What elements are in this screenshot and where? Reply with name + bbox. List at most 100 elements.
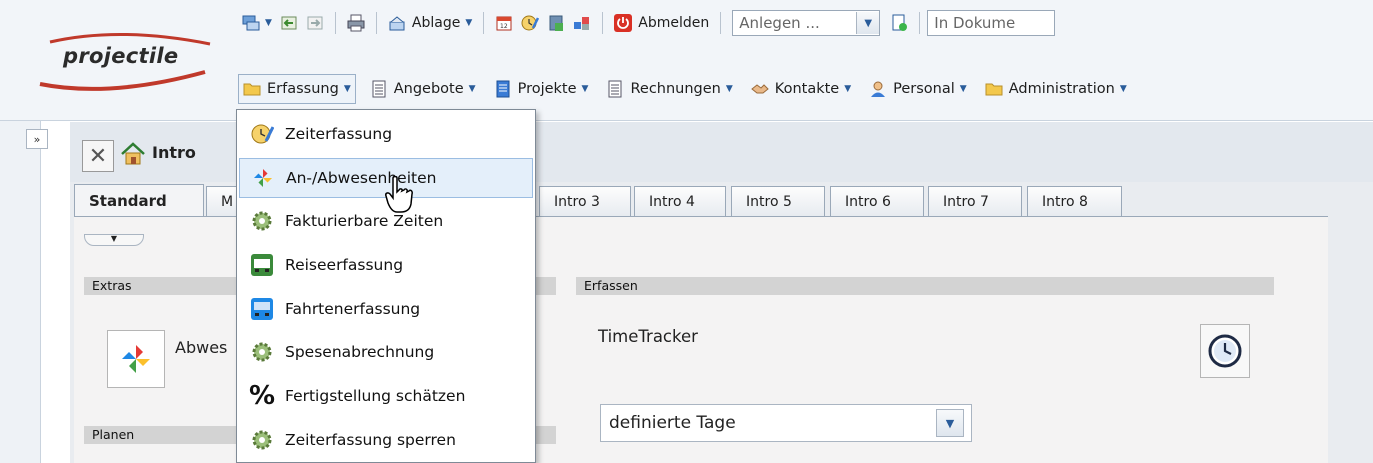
divider — [375, 12, 377, 34]
forward-button[interactable] — [302, 9, 328, 37]
power-icon — [614, 14, 633, 32]
menu-kontakte-label: Kontakte — [774, 81, 840, 97]
new-document-button[interactable] — [886, 9, 912, 37]
chevron-down-icon: ▼ — [581, 84, 589, 94]
pinwheel-icon — [253, 168, 273, 188]
chevron-down-icon: ▼ — [468, 84, 476, 94]
archive-icon — [389, 16, 405, 31]
tab-intro-3[interactable]: Intro 3 — [539, 186, 631, 216]
tab-intro-7[interactable]: Intro 7 — [928, 186, 1022, 216]
printer-icon — [347, 14, 365, 32]
logout-label: Abmelden — [638, 15, 710, 31]
menu-item-label: Zeiterfassung — [285, 125, 393, 143]
close-button[interactable]: ✕ — [82, 140, 114, 172]
document-search-input[interactable]: In Dokume — [927, 10, 1056, 36]
document-search-value: In Dokume — [934, 14, 1016, 32]
tab-standard[interactable]: Standard — [74, 184, 204, 217]
menu-administration[interactable]: Administration ▼ — [981, 75, 1131, 103]
bus-icon — [251, 298, 273, 320]
logo-text: projectile — [63, 44, 179, 68]
period-select-value: definierte Tage — [609, 413, 736, 433]
tab-intro-6[interactable]: Intro 6 — [830, 186, 924, 216]
tab-intro-5[interactable]: Intro 5 — [731, 186, 825, 216]
collapse-handle[interactable]: ▼ — [84, 234, 144, 246]
menu-item-zeiterfassung[interactable]: Zeiterfassung — [239, 114, 533, 154]
handshake-icon — [750, 84, 769, 94]
chevron-down-icon: ▼ — [343, 84, 351, 94]
collapsed-sidebar — [0, 121, 41, 463]
windows-button[interactable]: ▼ — [238, 9, 276, 37]
create-new-select[interactable]: Anlegen ... ▼ — [732, 10, 881, 36]
menu-item-label: Reiseerfassung — [285, 256, 404, 274]
menu-projekte[interactable]: Projekte ▼ — [490, 75, 593, 103]
gear-icon — [252, 211, 272, 231]
menu-projekte-label: Projekte — [517, 81, 577, 97]
gear-icon — [252, 430, 272, 450]
menu-erfassung[interactable]: Erfassung ▼ — [238, 74, 356, 104]
absences-button[interactable] — [107, 330, 165, 388]
calendar-button[interactable]: 12 — [491, 9, 517, 37]
ablage-button[interactable]: Ablage ▼ — [384, 9, 476, 37]
divider — [483, 12, 485, 34]
cubes-button[interactable] — [569, 9, 595, 37]
print-button[interactable] — [343, 9, 369, 37]
menu-personal[interactable]: Personal ▼ — [865, 75, 971, 103]
panel-title: Intro — [152, 143, 196, 162]
chevron-down-icon[interactable]: ▼ — [936, 409, 964, 437]
absences-label: Abwes — [175, 338, 228, 357]
train-icon — [251, 254, 273, 276]
logout-button[interactable]: Abmelden — [610, 9, 713, 37]
clock-pencil-icon — [521, 15, 540, 31]
clock-icon — [1208, 334, 1242, 368]
menu-personal-label: Personal — [893, 81, 955, 97]
back-arrow-icon — [281, 16, 297, 30]
create-new-placeholder: Anlegen ... — [739, 14, 820, 32]
folder-icon — [243, 83, 261, 96]
menu-item-spesenabrechnung[interactable]: Spesenabrechnung — [239, 332, 533, 372]
cubes-icon — [574, 17, 590, 30]
menu-item-zeiterfassung-sperren[interactable]: Zeiterfassung sperren — [239, 420, 533, 460]
menu-item-fertigstellung-schaetzen[interactable]: % Fertigstellung schätzen — [239, 376, 533, 416]
menu-item-label: Fakturierbare Zeiten — [285, 212, 444, 230]
menu-erfassung-label: Erfassung — [267, 81, 339, 97]
svg-text:12: 12 — [500, 23, 508, 30]
timetracking-button[interactable] — [517, 9, 543, 37]
chevron-down-icon: ▼ — [959, 84, 967, 94]
divider — [720, 12, 722, 34]
menu-item-reiseerfassung[interactable]: Reiseerfassung — [239, 245, 533, 285]
blue-document-icon — [496, 80, 510, 98]
back-button[interactable] — [276, 9, 302, 37]
menu-kontakte[interactable]: Kontakte ▼ — [747, 75, 855, 103]
tab-intro-8[interactable]: Intro 8 — [1027, 186, 1122, 216]
tab-intro-4[interactable]: Intro 4 — [634, 186, 726, 216]
expand-sidebar-button[interactable]: » — [26, 129, 48, 149]
gear-icon — [252, 342, 272, 362]
divider — [334, 12, 336, 34]
timetracker-button[interactable] — [1200, 324, 1250, 378]
chevron-down-icon: ▼ — [465, 18, 473, 28]
chevron-down-icon[interactable]: ▼ — [856, 12, 880, 34]
menu-item-label: Zeiterfassung sperren — [285, 431, 456, 449]
menu-angebote-label: Angebote — [393, 81, 464, 97]
timetracker-label: TimeTracker — [598, 327, 698, 346]
menu-rechnungen[interactable]: Rechnungen ▼ — [602, 75, 736, 103]
ablage-label: Ablage — [411, 15, 461, 31]
chevron-down-icon: ▼ — [1119, 84, 1127, 94]
menu-rechnungen-label: Rechnungen — [630, 81, 721, 97]
windows-icon — [242, 15, 260, 31]
notes-icon — [549, 15, 564, 31]
chevron-down-icon: ▼ — [844, 84, 852, 94]
menu-item-label: Spesenabrechnung — [285, 343, 435, 361]
divider — [919, 12, 921, 34]
menu-item-label: Fahrtenerfassung — [285, 300, 421, 318]
document-grid-icon — [372, 80, 386, 98]
calendar-icon: 12 — [496, 16, 512, 31]
pinwheel-icon — [122, 345, 150, 373]
menu-item-fahrtenerfassung[interactable]: Fahrtenerfassung — [239, 289, 533, 329]
period-select[interactable]: definierte Tage ▼ — [600, 404, 972, 442]
home-icon[interactable] — [120, 142, 146, 166]
menu-angebote[interactable]: Angebote ▼ — [366, 75, 480, 103]
menu-administration-label: Administration — [1008, 81, 1115, 97]
notes-button[interactable] — [543, 9, 569, 37]
new-document-icon — [892, 14, 908, 31]
